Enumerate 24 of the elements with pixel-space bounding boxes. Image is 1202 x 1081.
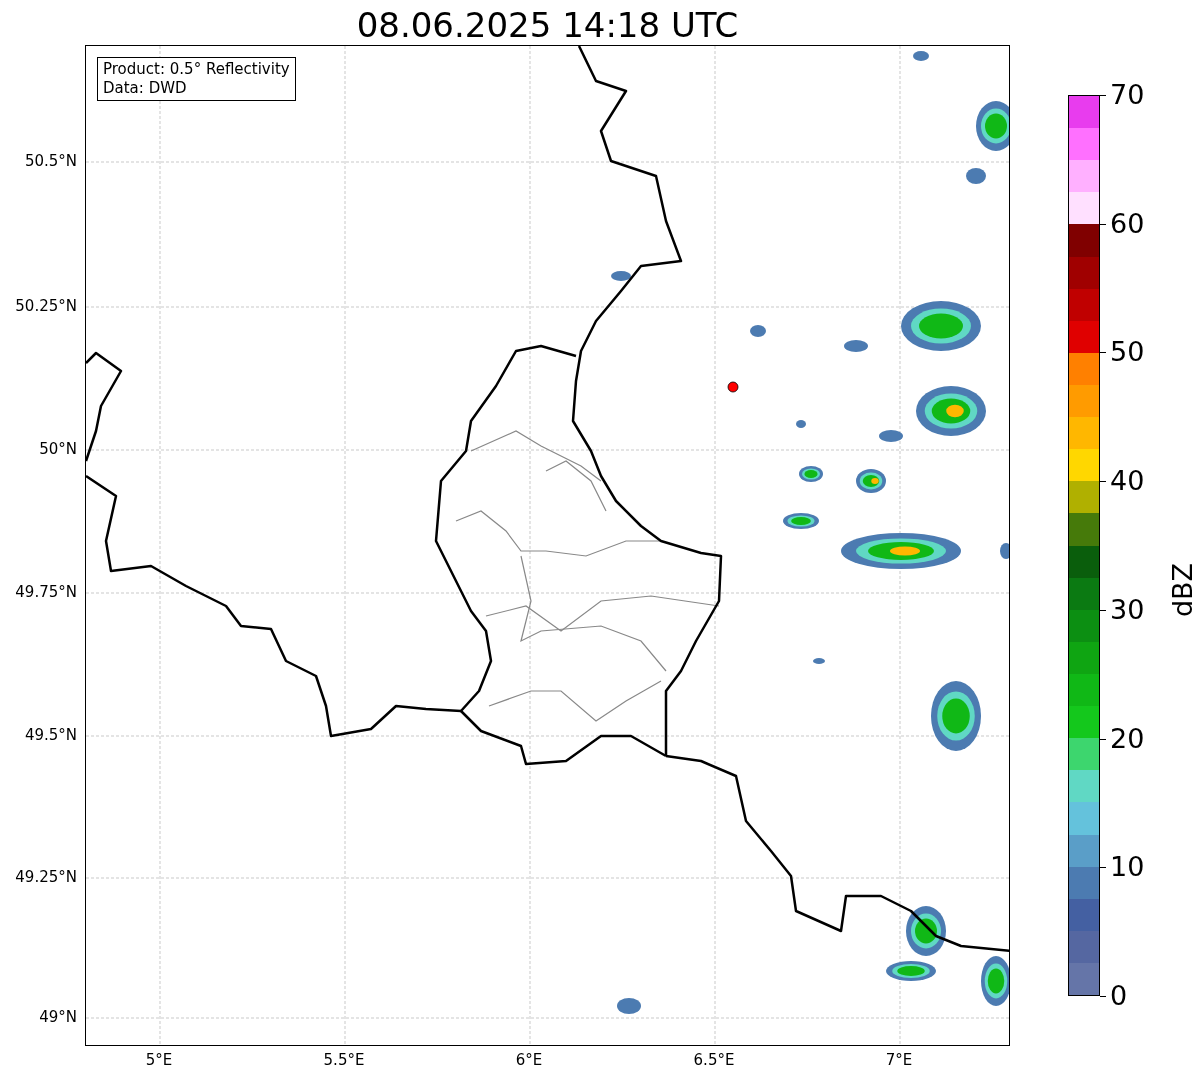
colorbar-tick-label: 60 [1110,208,1145,239]
longitude-label: 5°E [145,1051,173,1069]
longitude-label: 6.5°E [693,1051,735,1069]
latitude-label: 49.25°N [15,868,77,886]
latitude-label: 50.5°N [24,152,77,170]
latitude-label: 50°N [39,440,77,458]
plot-title: 08.06.2025 14:18 UTC [356,5,739,45]
latitude-label: 50.25°N [15,297,77,315]
longitude-label: 5.5°E [323,1051,365,1069]
colorbar-tick-label: 0 [1110,981,1128,1011]
colorbar-tick-label: 40 [1110,466,1145,497]
latitude-label: 49.75°N [15,583,77,601]
colorbar-tick-label: 50 [1110,337,1145,368]
longitude-label: 6°E [515,1051,543,1069]
colorbar-tick-label: 30 [1110,594,1145,625]
info-text: Product: 0.5° Reflectivity [103,60,290,79]
info-text: Data: DWD [103,79,188,98]
longitude-label: 7°E [885,1051,913,1069]
colorbar-tick-label: 70 [1110,80,1145,110]
latitude-label: 49.5°N [24,726,77,744]
colorbar-tick-label: 20 [1110,723,1145,754]
colorbar-label: dBZ [1168,562,1199,618]
latitude-label: 49°N [39,1008,77,1026]
colorbar-tick-label: 10 [1110,852,1145,883]
